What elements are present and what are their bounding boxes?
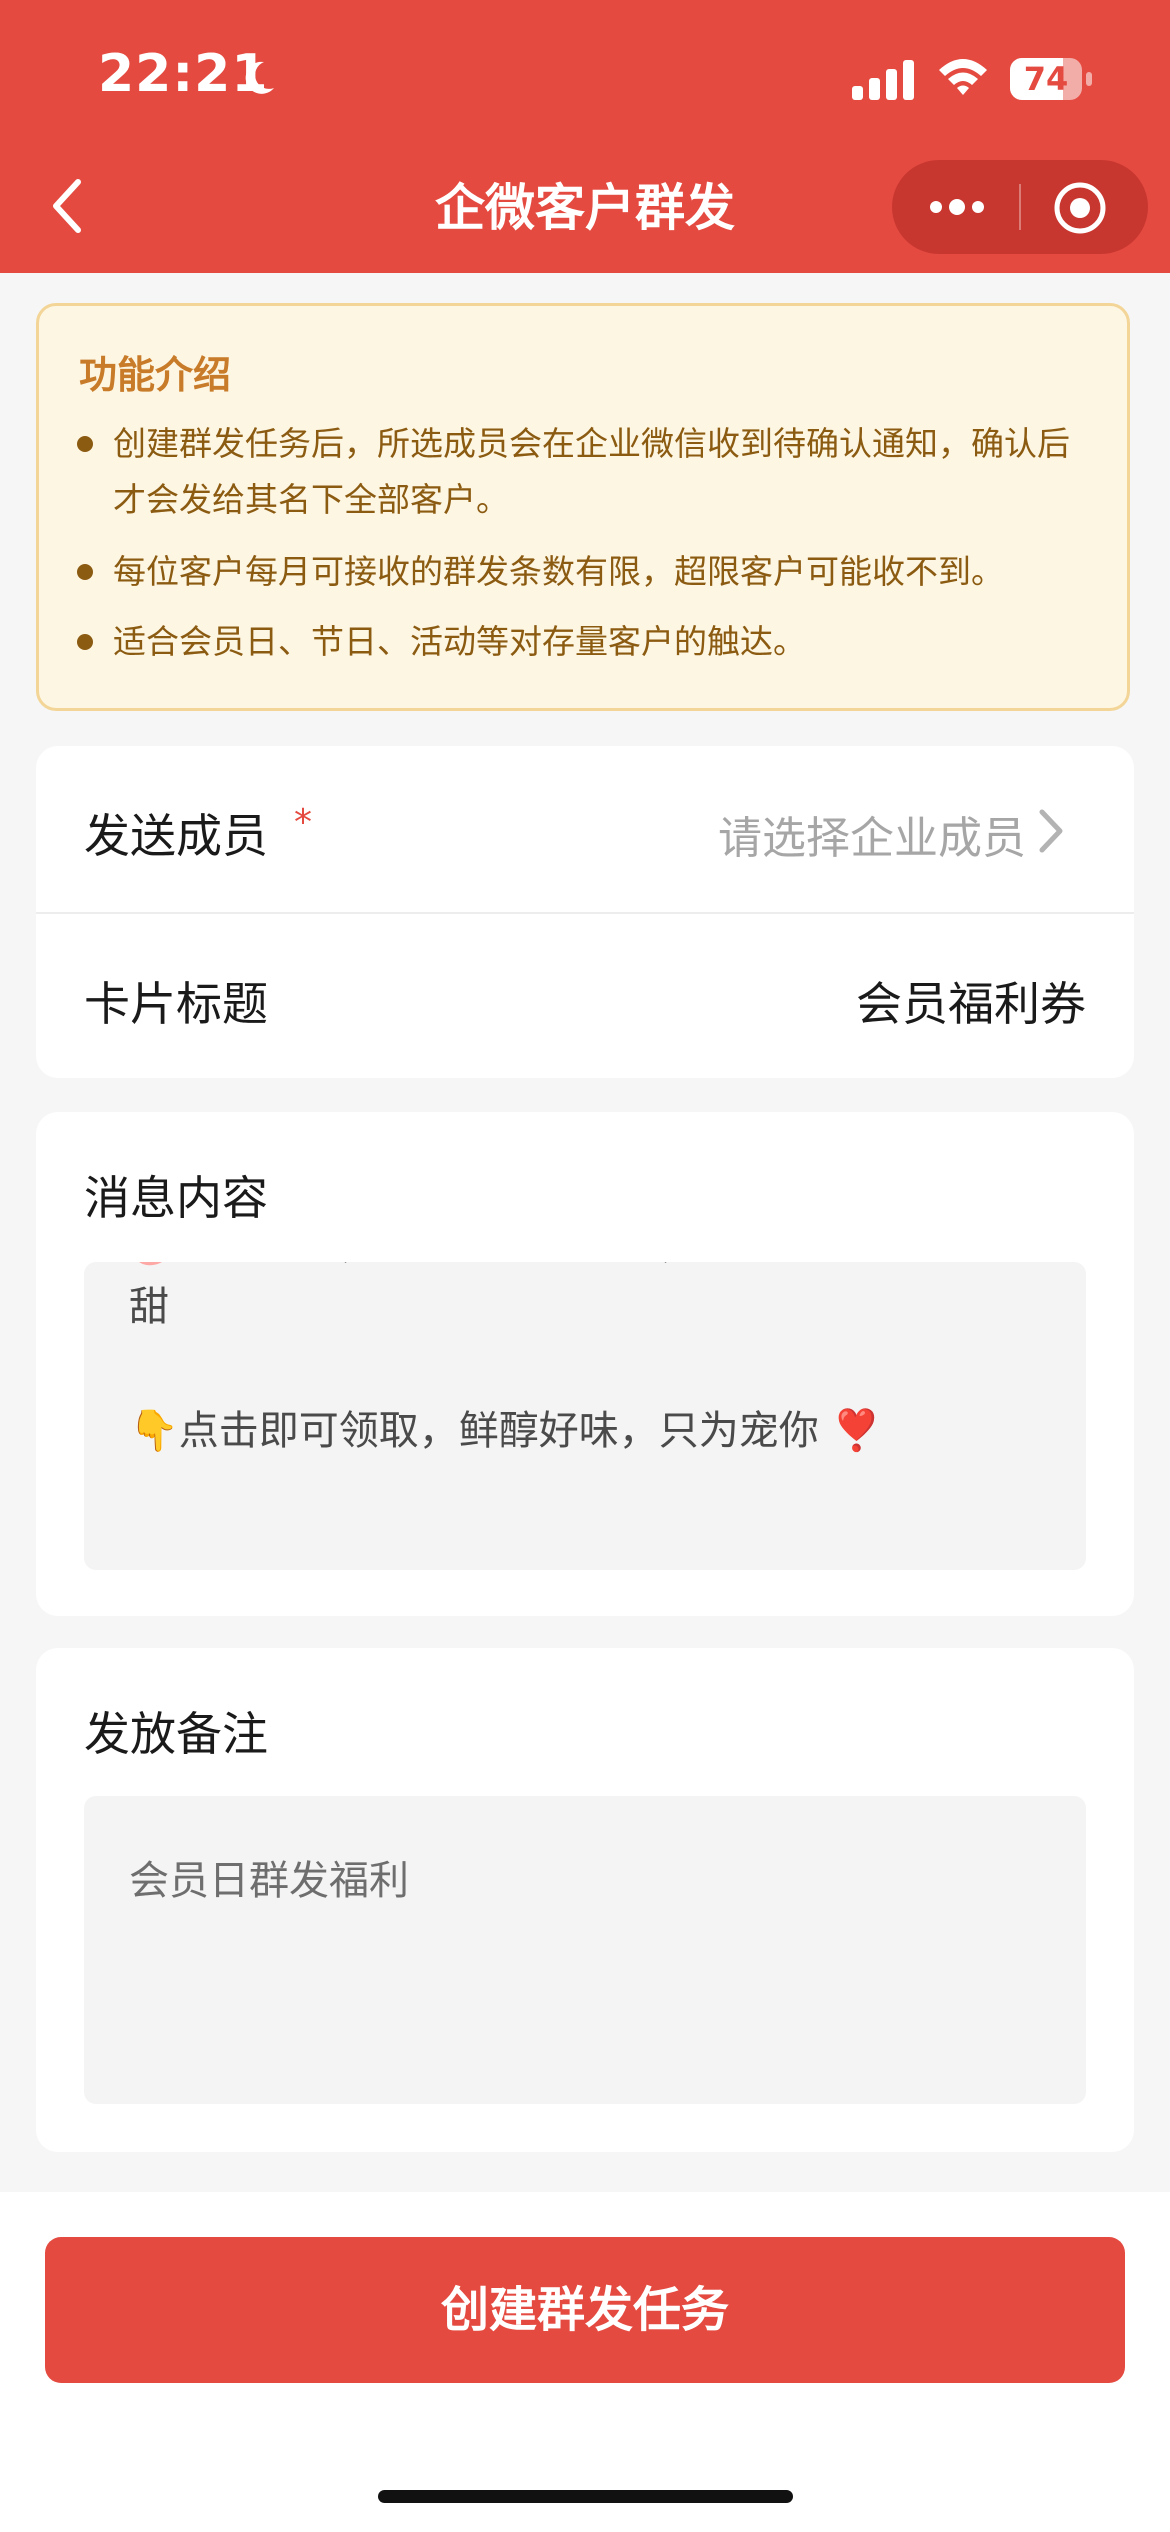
- moon-icon: [245, 61, 274, 94]
- message-line: 甜: [129, 1284, 169, 1330]
- more-icon[interactable]: [922, 182, 992, 232]
- sender-placeholder: 请选择企业成员: [718, 813, 1026, 864]
- create-task-button[interactable]: 创建群发任务: [45, 2237, 1125, 2383]
- sender-select-row[interactable]: 发送成员 * 请选择企业成员: [36, 746, 1134, 912]
- note-text: 会员日群发福利: [129, 1858, 409, 1904]
- cellular-signal-icon: [852, 60, 914, 100]
- message-line: 👇点击即可领取，鲜醇好味，只为宠你 ❣️: [129, 1408, 882, 1454]
- message-content-textarea[interactable]: 🥩薄切透亮，涮煮软嫩无腥味，一口解锁海味鲜 甜 👇点击即可领取，鲜醇好味，只为宠…: [84, 1262, 1086, 1570]
- card-title-value: 会员福利券: [856, 977, 1086, 1031]
- battery-indicator: 74: [1010, 58, 1092, 102]
- close-miniprogram-icon[interactable]: [1052, 180, 1108, 236]
- intro-item-text: 每位客户每月可接收的群发条数有限，超限客户可能收不到。: [113, 552, 1004, 591]
- message-content-card: 消息内容 🥩薄切透亮，涮煮软嫩无腥味，一口解锁海味鲜 甜 👇点击即可领取，鲜醇好…: [36, 1112, 1134, 1616]
- wifi-icon: [939, 59, 987, 95]
- intro-item: 适合会员日、节日、活动等对存量客户的触达。: [77, 614, 1087, 670]
- intro-title: 功能介绍: [79, 353, 232, 397]
- bullet-dot: [77, 564, 93, 580]
- card-title-label: 卡片标题: [84, 977, 268, 1031]
- sender-label: 发送成员: [84, 809, 268, 863]
- feature-intro-box: 功能介绍 创建群发任务后，所选成员会在企业微信收到待确认通知，确认后才会发给其名…: [36, 303, 1130, 711]
- intro-item: 创建群发任务后，所选成员会在企业微信收到待确认通知，确认后才会发给其名下全部客户…: [77, 416, 1087, 528]
- message-line: 🥩薄切透亮，涮煮软嫩无腥味，一口解锁海味鲜: [129, 1262, 1029, 1276]
- intro-item-text: 适合会员日、节日、活动等对存量客户的触达。: [113, 622, 806, 661]
- battery-level-text: 74: [1023, 60, 1069, 98]
- note-textarea[interactable]: 会员日群发福利: [84, 1796, 1086, 2104]
- message-line: [129, 1338, 1029, 1400]
- chevron-right-icon: [1039, 809, 1063, 853]
- intro-item-text: 创建群发任务后，所选成员会在企业微信收到待确认通知，确认后才会发给其名下全部客户…: [113, 424, 1070, 519]
- miniprogram-capsule: [892, 160, 1148, 254]
- note-card: 发放备注 会员日群发福利: [36, 1648, 1134, 2152]
- note-title: 发放备注: [84, 1707, 268, 1761]
- bullet-dot: [77, 634, 93, 650]
- bullet-dot: [77, 436, 93, 452]
- capsule-divider: [1019, 184, 1021, 230]
- message-content-title: 消息内容: [84, 1171, 268, 1225]
- top-bar: 22:21 74 企微客户群发: [0, 0, 1170, 273]
- form-card: 发送成员 * 请选择企业成员 卡片标题 会员福利券: [36, 746, 1134, 1078]
- required-mark: *: [294, 802, 312, 843]
- home-indicator: [378, 2490, 793, 2503]
- card-title-row[interactable]: 卡片标题 会员福利券: [36, 914, 1134, 1080]
- intro-item: 每位客户每月可接收的群发条数有限，超限客户可能收不到。: [77, 544, 1087, 600]
